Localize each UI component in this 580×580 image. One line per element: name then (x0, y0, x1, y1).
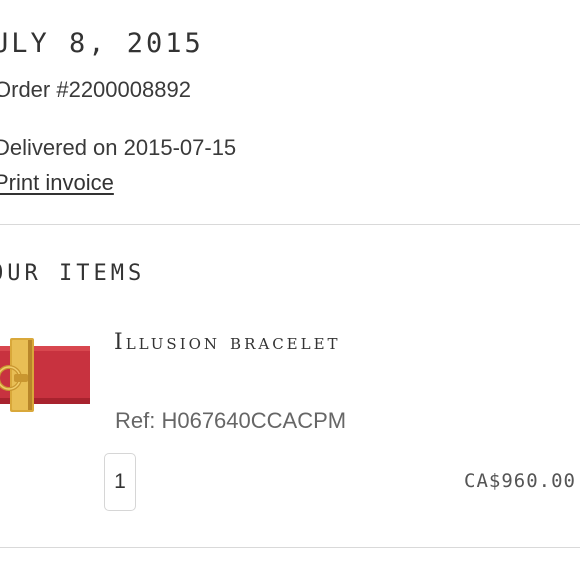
product-image[interactable] (0, 334, 94, 416)
section-divider (0, 547, 580, 548)
order-number: Order #2200008892 (0, 77, 191, 102)
order-date: ULY 8, 2015 (0, 28, 204, 59)
product-ref: Ref: H067640CCACPM (115, 408, 347, 433)
items-section-title: OUR ITEMS (0, 261, 146, 286)
bracelet-image-icon (0, 338, 90, 412)
item-price: CA$960.00 (464, 470, 576, 492)
product-name[interactable]: Illusion bracelet (114, 330, 341, 355)
delivery-status: Delivered on 2015-07-15 (0, 135, 237, 160)
quantity-field[interactable]: 1 (104, 453, 136, 511)
section-divider (0, 224, 580, 225)
order-detail-page: ULY 8, 2015 Order #2200008892 Delivered … (0, 0, 580, 580)
print-invoice-link[interactable]: Print invoice (0, 170, 114, 196)
